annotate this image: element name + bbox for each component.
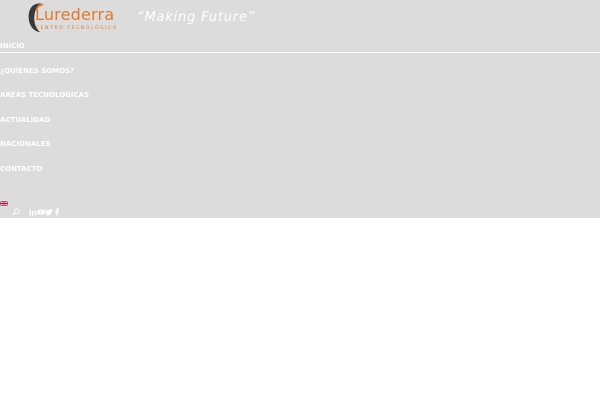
nav-item-areas-tecnologicas[interactable]: AREAS TECNOLOGICAS: [0, 91, 89, 99]
logo-subtitle: CENTRO TECNOLÓGICO: [36, 26, 119, 31]
search-icon[interactable]: [12, 208, 20, 216]
header-divider: [0, 52, 600, 53]
site-header: Lurederra CENTRO TECNOLÓGICO “Making Fut…: [0, 0, 600, 218]
nav-item-contacto[interactable]: CONTACTO: [0, 165, 42, 173]
youtube-icon[interactable]: [37, 208, 45, 216]
lurederra-logo[interactable]: Lurederra CENTRO TECNOLÓGICO: [26, 2, 136, 34]
logo-name: Lurederra: [35, 5, 115, 24]
nav-item-inicio[interactable]: INICIO: [0, 42, 25, 50]
page-content: [0, 218, 600, 400]
facebook-icon[interactable]: [53, 208, 61, 216]
nav-item-quienes-somos[interactable]: ¿QUIENES SOMOS?: [0, 67, 74, 75]
tagline: “Making Future”: [137, 10, 256, 25]
twitter-icon[interactable]: [45, 208, 53, 216]
nav-item-nacionales[interactable]: NACIONALES: [0, 140, 51, 148]
uk-flag-icon[interactable]: [0, 191, 9, 207]
nav-item-actualidad[interactable]: ACTUALIDAD: [0, 116, 50, 124]
linkedin-icon[interactable]: [29, 208, 37, 216]
